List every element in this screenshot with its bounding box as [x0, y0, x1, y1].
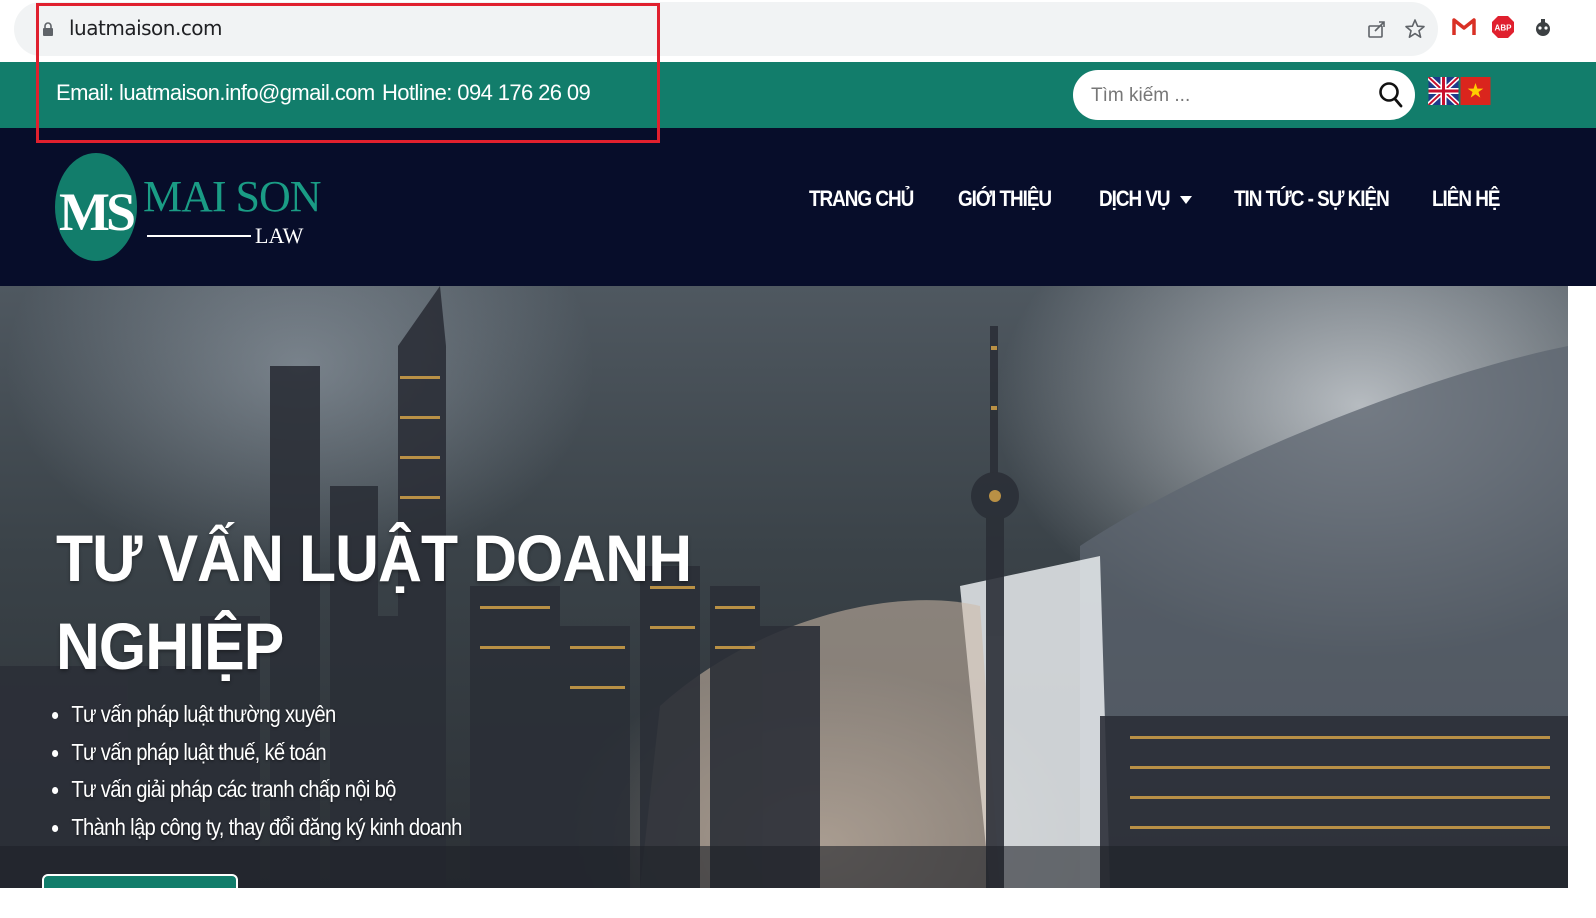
- gmail-icon[interactable]: [1451, 14, 1477, 40]
- logo-divider: [147, 235, 251, 237]
- main-navbar: MS MAI SON LAW TRANG CHỦ GIỚI THIỆU DỊCH…: [0, 128, 1596, 286]
- bookmark-star-icon[interactable]: [1402, 16, 1428, 42]
- hero-title: TƯ VẤN LUẬT DOANH NGHIỆP: [56, 514, 700, 690]
- nav-item-about[interactable]: GIỚI THIỆU: [958, 186, 1052, 212]
- contact-bar: Email: luatmaison.info@gmail.com Hotline…: [0, 62, 1596, 128]
- logo-monogram: MS: [59, 182, 136, 242]
- vietnam-flag-icon[interactable]: [1460, 77, 1491, 105]
- list-item: Thành lập công ty, thay đổi đăng ký kinh…: [52, 809, 462, 847]
- search-icon[interactable]: [1375, 79, 1407, 111]
- search-input[interactable]: [1089, 80, 1363, 112]
- hero-title-line-1: TƯ VẤN LUẬT DOANH: [56, 521, 692, 595]
- site-logo[interactable]: MS MAI SON LAW: [55, 153, 322, 263]
- list-item: Tư vấn pháp luật thuế, kế toán: [52, 734, 462, 772]
- chevron-down-icon[interactable]: [1180, 196, 1192, 204]
- list-item: Tư vấn pháp luật thường xuyên: [52, 696, 462, 734]
- nav-item-home[interactable]: TRANG CHỦ: [809, 186, 914, 212]
- english-flag-icon[interactable]: [1428, 77, 1459, 105]
- hero-banner: TƯ VẤN LUẬT DOANH NGHIỆP Tư vấn pháp luậ…: [0, 286, 1568, 888]
- share-icon[interactable]: [1364, 16, 1390, 42]
- svg-text:ABP: ABP: [1495, 24, 1513, 33]
- hero-cta-button[interactable]: [42, 874, 238, 888]
- logo-subtitle: LAW: [255, 223, 304, 248]
- lock-icon[interactable]: [42, 22, 54, 36]
- contact-hotline[interactable]: Hotline: 094 176 26 09: [382, 80, 591, 106]
- nav-item-contact[interactable]: LIÊN HỆ: [1432, 186, 1500, 212]
- extension-icon[interactable]: [1530, 14, 1556, 40]
- nav-item-services[interactable]: DỊCH VỤ: [1099, 186, 1171, 212]
- hero-service-list: Tư vấn pháp luật thường xuyên Tư vấn phá…: [52, 696, 518, 846]
- page-edge: [1568, 286, 1596, 888]
- nav-item-news[interactable]: TIN TỨC - SỰ KIỆN: [1234, 186, 1390, 212]
- hero-title-line-2: NGHIỆP: [56, 609, 284, 683]
- page-bottom-edge: [0, 888, 1596, 918]
- search-box: [1073, 70, 1415, 120]
- contact-email[interactable]: Email: luatmaison.info@gmail.com: [56, 80, 375, 106]
- logo-name: MAI SON: [143, 172, 322, 221]
- browser-toolbar: luatmaison.com ABP: [0, 0, 1596, 62]
- url-text[interactable]: luatmaison.com: [69, 16, 223, 40]
- address-bar[interactable]: luatmaison.com: [14, 2, 1438, 56]
- adblock-plus-icon[interactable]: ABP: [1490, 14, 1516, 40]
- list-item: Tư vấn giải pháp các tranh chấp nội bộ: [52, 771, 462, 809]
